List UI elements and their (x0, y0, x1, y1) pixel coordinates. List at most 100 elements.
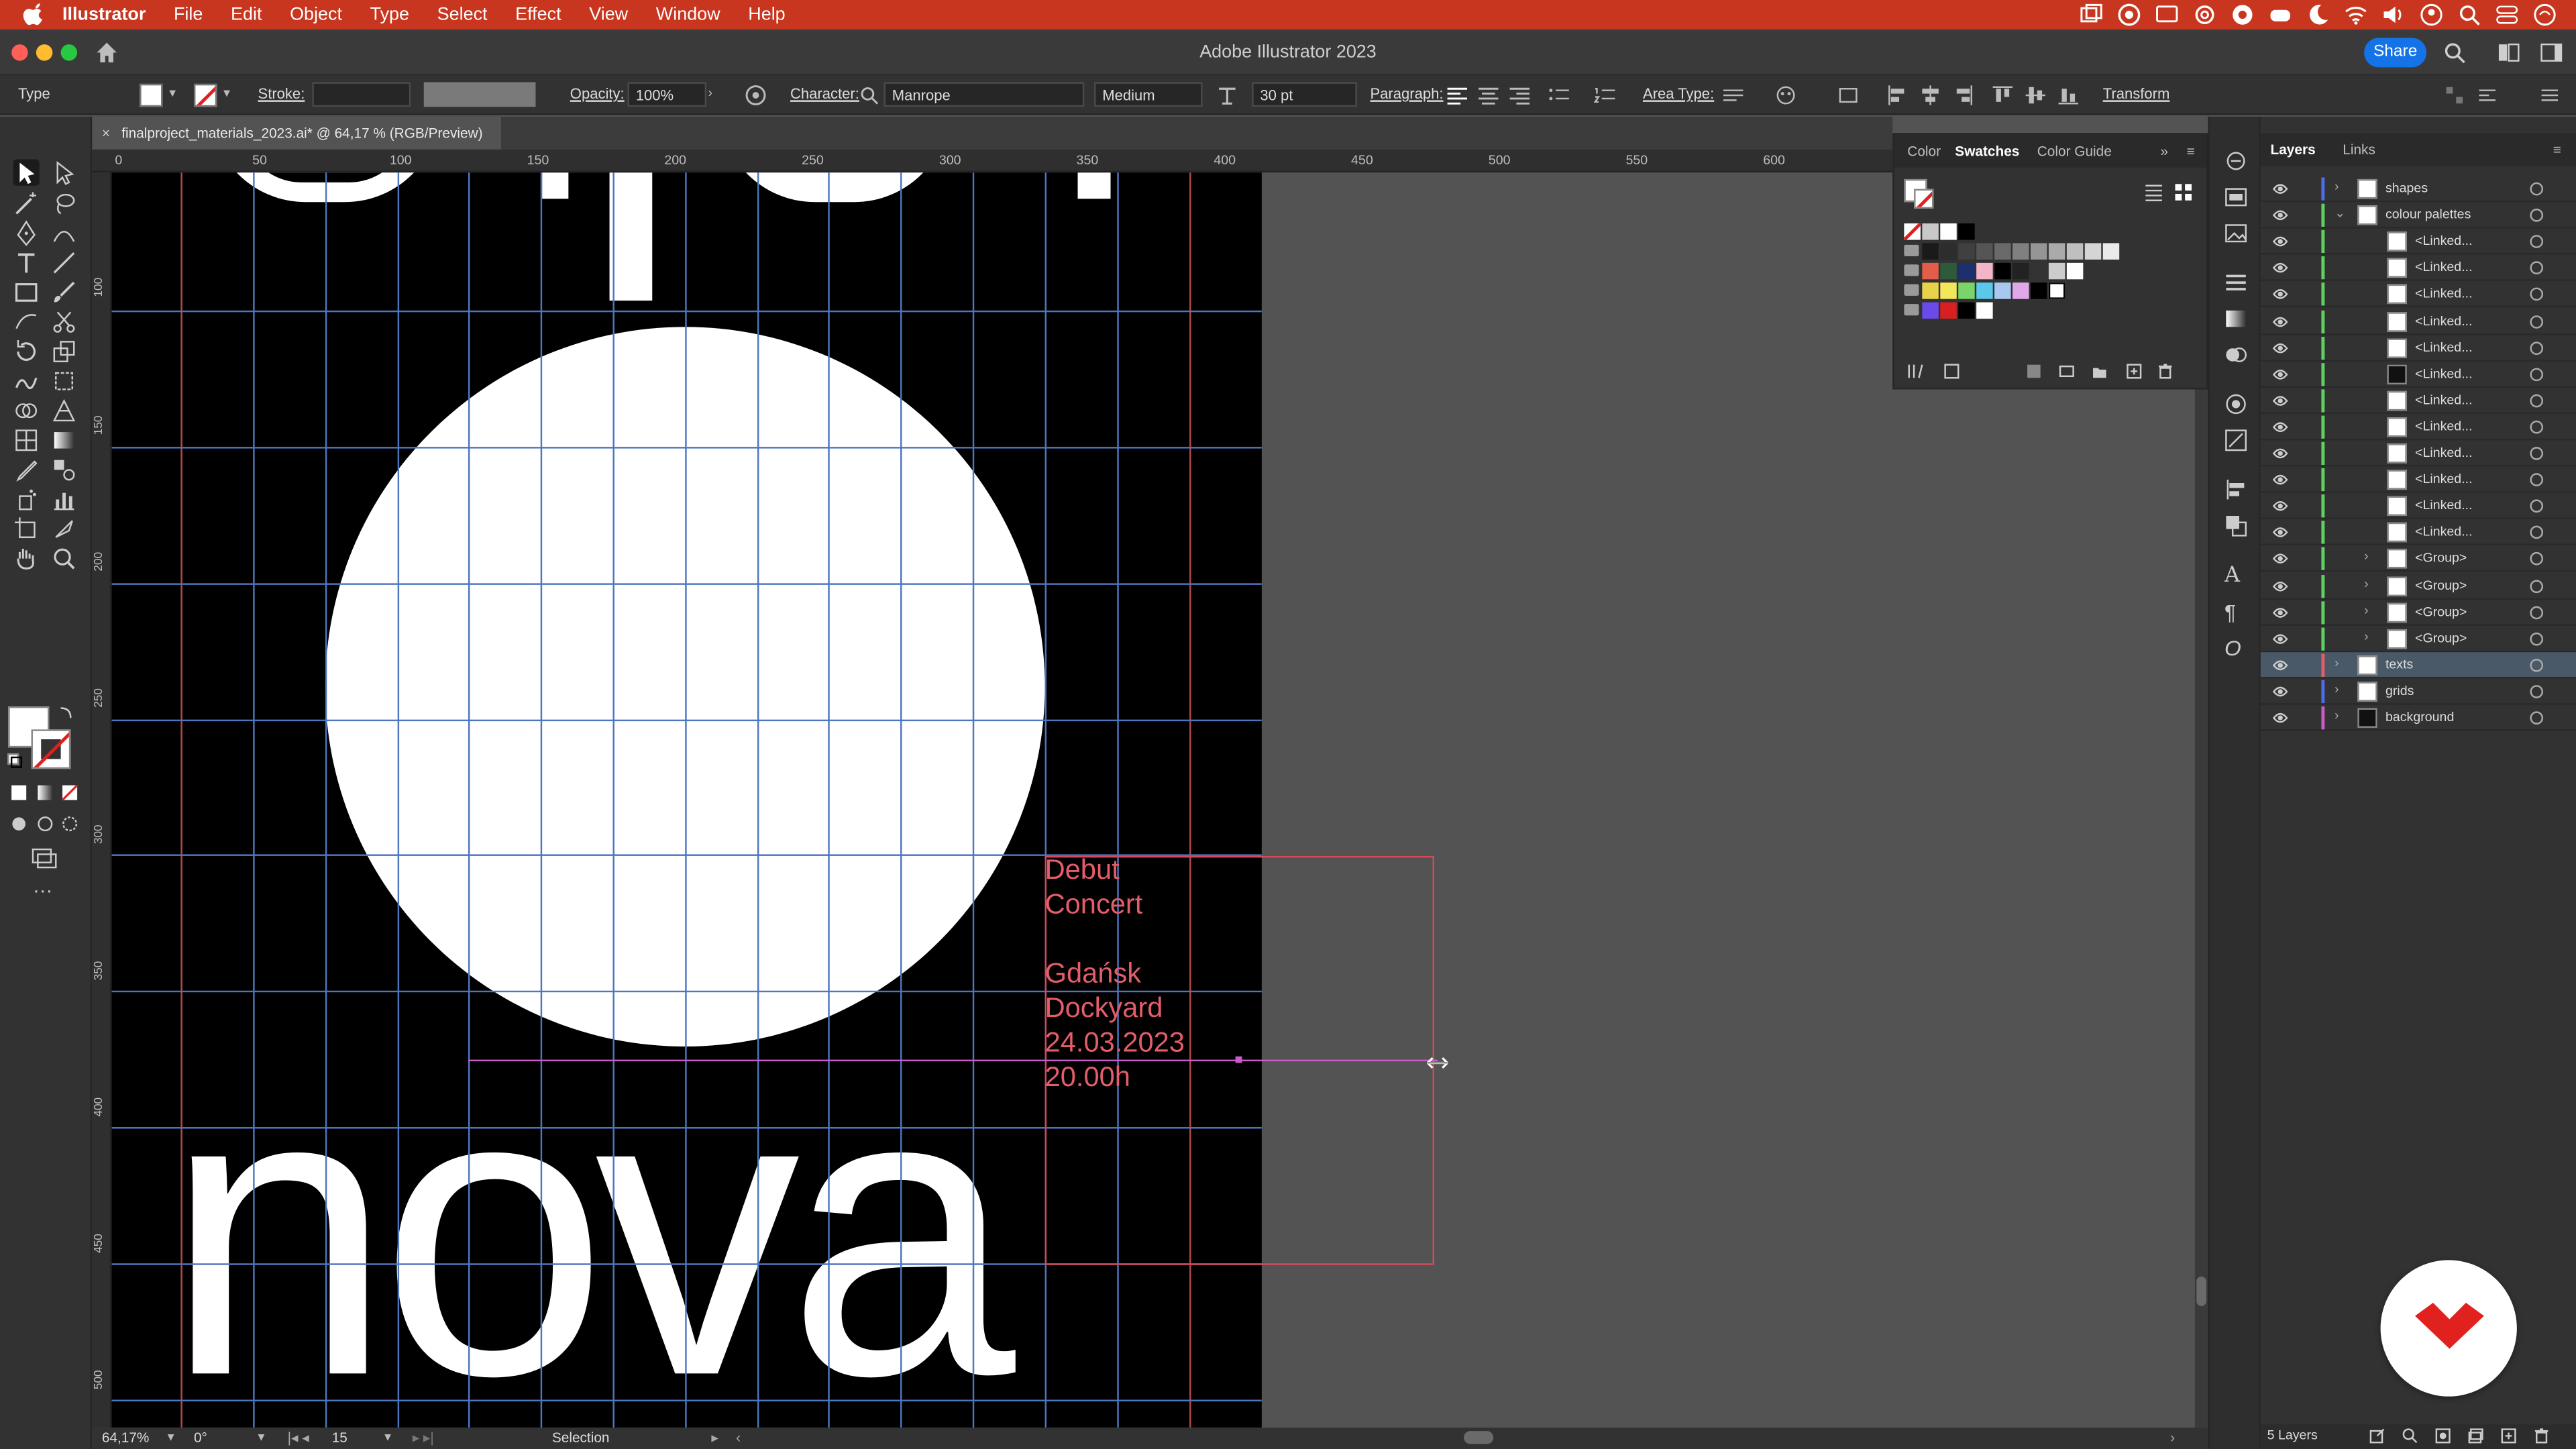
opentype-panel-icon[interactable]: O (2224, 636, 2247, 661)
layer-target-icon[interactable] (2530, 526, 2544, 539)
pen-tool-icon[interactable] (13, 220, 40, 246)
align-top-edges-icon[interactable] (1991, 84, 2014, 107)
search-icon[interactable] (2458, 3, 2481, 26)
opacity-field[interactable]: 100% (627, 82, 707, 107)
layer-row[interactable]: › <Group> (2260, 546, 2576, 573)
area-type-label[interactable]: Area Type: (1643, 85, 1714, 101)
fill-dropdown-chevron-icon[interactable]: ▾ (169, 85, 176, 100)
swatch-selected[interactable] (2048, 282, 2065, 299)
expand-chevron-icon[interactable]: › (2364, 629, 2369, 643)
layer-row[interactable]: <Linked... (2260, 520, 2576, 546)
character-panel-icon[interactable]: A (2224, 564, 2247, 588)
layer-target-icon[interactable] (2530, 605, 2544, 619)
swatch[interactable] (1976, 302, 1993, 319)
swatch[interactable] (2012, 243, 2029, 260)
visibility-eye-icon[interactable] (2272, 339, 2288, 356)
selection-tool-icon[interactable] (13, 159, 40, 186)
sync-icon[interactable] (2193, 3, 2216, 26)
paragraph-label[interactable]: Paragraph: (1370, 85, 1443, 101)
menu-effect[interactable]: Effect (515, 5, 561, 24)
isolate-icon[interactable] (2443, 84, 2466, 107)
wifi-icon[interactable] (2345, 3, 2367, 26)
font-search-icon[interactable] (859, 85, 879, 105)
swap-fill-stroke-icon[interactable] (59, 703, 75, 719)
apple-icon[interactable] (23, 3, 46, 26)
rotation-field[interactable]: 0° (194, 1430, 207, 1446)
default-fill-stroke-icon[interactable] (7, 753, 23, 769)
direct-selection-tool-icon[interactable] (51, 160, 77, 186)
swatch[interactable] (1994, 262, 2011, 280)
artboard-tool-icon[interactable] (13, 516, 40, 542)
layer-name[interactable]: <Linked... (2415, 392, 2473, 407)
event-details-text[interactable]: Debut Concert Gdańsk Dockyard 24.03.2023… (1045, 853, 1185, 1094)
screen-icon[interactable] (2155, 3, 2178, 26)
rotate-tool-icon[interactable] (13, 338, 40, 364)
layer-target-icon[interactable] (2530, 632, 2544, 645)
volume-icon[interactable] (2382, 3, 2405, 26)
layer-row[interactable]: <Linked... (2260, 335, 2576, 361)
recolor-artwork-icon[interactable] (744, 84, 767, 107)
pathfinder-icon[interactable] (2224, 515, 2247, 537)
edit-toolbar-more-icon[interactable]: ··· (33, 881, 59, 908)
horizontal-ruler[interactable]: 0 50 100 150 200 250 300 350 400 450 500 550 600 (92, 149, 1893, 173)
visibility-eye-icon[interactable] (2272, 657, 2288, 673)
layer-name[interactable]: grids (2385, 684, 2414, 698)
swatch[interactable] (1922, 302, 1939, 319)
paragraph-panel-icon[interactable]: ¶ (2224, 600, 2247, 625)
stroke-label[interactable]: Stroke: (258, 85, 305, 101)
layer-name[interactable]: <Linked... (2415, 525, 2473, 539)
visibility-eye-icon[interactable] (2272, 286, 2288, 303)
transparency-icon[interactable] (2224, 343, 2247, 366)
gradient-tool-icon[interactable] (51, 427, 77, 453)
layer-target-icon[interactable] (2530, 235, 2544, 249)
visibility-eye-icon[interactable] (2272, 313, 2288, 329)
swatch[interactable] (1958, 302, 1975, 319)
active-stroke-swatch[interactable] (1914, 189, 1934, 209)
layer-row[interactable]: › <Group> (2260, 599, 2576, 626)
layer-row[interactable]: › texts (2260, 651, 2576, 678)
layer-name[interactable]: <Group> (2415, 578, 2467, 592)
layer-row[interactable]: <Linked... (2260, 414, 2576, 441)
layer-row[interactable]: <Linked... (2260, 361, 2576, 388)
layer-target-icon[interactable] (2530, 394, 2544, 407)
none-mode-icon[interactable] (61, 784, 79, 802)
align-bottom-edges-icon[interactable] (2057, 84, 2080, 107)
tab-links[interactable]: Links (2343, 142, 2375, 158)
expand-chevron-icon[interactable]: ⌄ (2334, 205, 2345, 220)
zoom-dropdown-chevron-icon[interactable]: ▾ (168, 1430, 174, 1444)
arrange-documents-icon[interactable] (1837, 84, 1860, 107)
share-button[interactable]: Share (2364, 38, 2427, 68)
type-tool-icon[interactable] (13, 250, 40, 276)
swatch[interactable] (2048, 262, 2065, 280)
zoom-level-field[interactable]: 64,17% (102, 1430, 150, 1446)
swatch[interactable] (2066, 262, 2084, 280)
align-right-edges-icon[interactable] (1951, 84, 1974, 107)
mesh-tool-icon[interactable] (13, 427, 40, 453)
properties-icon[interactable] (2224, 150, 2247, 172)
stroke-weight-field[interactable] (312, 82, 411, 107)
layer-row[interactable]: <Linked... (2260, 493, 2576, 520)
anchor-handle[interactable] (1235, 1056, 1242, 1063)
tab-layers[interactable]: Layers (2271, 142, 2316, 158)
delete-layer-icon[interactable] (2533, 1428, 2549, 1444)
visibility-eye-icon[interactable] (2272, 604, 2288, 620)
swatch[interactable] (1958, 243, 1975, 260)
numbered-list-icon[interactable] (1593, 84, 1617, 107)
stroke-panel-icon[interactable] (2224, 271, 2247, 294)
rotation-dropdown-chevron-icon[interactable]: ▾ (258, 1430, 264, 1444)
collapse-panel-icon[interactable]: » (2160, 143, 2168, 159)
visibility-eye-icon[interactable] (2272, 207, 2288, 223)
layer-target-icon[interactable] (2530, 314, 2544, 328)
variable-width-profile[interactable] (423, 82, 536, 107)
layer-name[interactable]: texts (2385, 657, 2413, 672)
layer-row[interactable]: <Linked... (2260, 282, 2576, 308)
swatch[interactable] (2012, 262, 2029, 280)
swatch-black[interactable] (1958, 223, 1975, 240)
swatch[interactable] (1976, 243, 1993, 260)
color-group-folder-icon[interactable] (1904, 284, 1919, 296)
first-artboard-icon[interactable]: |◂ ◂ (288, 1430, 309, 1448)
swatch[interactable] (1958, 282, 1975, 299)
layer-target-icon[interactable] (2530, 473, 2544, 487)
swatch[interactable] (1958, 262, 1975, 280)
visibility-eye-icon[interactable] (2272, 180, 2288, 197)
